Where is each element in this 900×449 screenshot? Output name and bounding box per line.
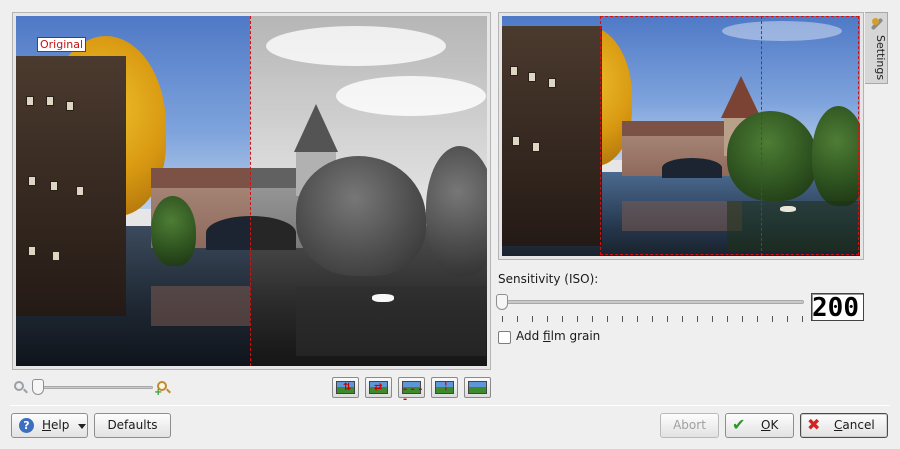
slider-tick: [622, 316, 623, 322]
help-button[interactable]: ? Help: [11, 413, 88, 438]
slider-tick: [727, 316, 728, 322]
slider-tick: [502, 316, 503, 322]
film-grain-label[interactable]: Add film grain: [516, 329, 600, 343]
zoom-slider[interactable]: [35, 386, 153, 389]
slider-tick: [742, 316, 743, 322]
no-split-icon: [468, 381, 487, 394]
slider-tick: [772, 316, 773, 322]
checkmark-icon: ✔: [732, 415, 746, 434]
slider-tick: [757, 316, 758, 322]
visible-area-box[interactable]: [600, 16, 859, 255]
no-split-button[interactable]: [464, 377, 491, 398]
cancel-button[interactable]: ✖ Cancel: [800, 413, 888, 438]
dropdown-caret-icon: [78, 424, 86, 429]
separate-horizontal-button[interactable]: ⇄: [365, 377, 392, 398]
processed-half: [250, 16, 487, 366]
slider-tick: [652, 316, 653, 322]
settings-tab-label: Settings: [874, 35, 887, 81]
help-icon: ?: [19, 418, 34, 433]
defaults-button[interactable]: Defaults: [94, 413, 171, 438]
slider-tick: [697, 316, 698, 322]
slider-tick: [802, 316, 803, 322]
slider-tick: [667, 316, 668, 322]
zoom-in-icon[interactable]: +: [154, 381, 171, 398]
split-guide[interactable]: [250, 16, 251, 366]
sensitivity-slider-thumb[interactable]: [496, 294, 508, 310]
ok-button[interactable]: ✔ OK: [725, 413, 794, 438]
zoom-out-icon[interactable]: [14, 381, 28, 395]
slider-tick: [517, 316, 518, 322]
slider-tick: [607, 316, 608, 322]
sensitivity-lcd-value: 200: [811, 293, 864, 322]
original-label: Original: [37, 37, 87, 52]
green-trees: [151, 196, 196, 266]
slider-tick: [577, 316, 578, 322]
button-separator: [10, 405, 890, 406]
house-left: [16, 56, 126, 316]
separate-vertical-button[interactable]: ⇅: [332, 377, 359, 398]
thumbnail-split-guide: [761, 16, 762, 256]
sensitivity-label: Sensitivity (ISO):: [498, 272, 599, 286]
slider-tick: [532, 316, 533, 322]
split-vertical-button[interactable]: ¦: [431, 377, 458, 398]
film-grain-checkbox[interactable]: [498, 331, 511, 344]
split-horizontal-button[interactable]: - - - -: [398, 377, 425, 405]
settings-tab[interactable]: Settings: [865, 12, 888, 84]
zoom-slider-thumb[interactable]: [32, 379, 44, 395]
slider-tick: [547, 316, 548, 322]
thumbnail-image[interactable]: [502, 16, 860, 256]
slider-tick: [637, 316, 638, 322]
slider-tick: [682, 316, 683, 322]
slider-tick: [787, 316, 788, 322]
cancel-x-icon: ✖: [807, 415, 821, 434]
preview-image[interactable]: [16, 16, 487, 366]
sensitivity-slider[interactable]: [500, 300, 804, 304]
slider-tick: [592, 316, 593, 322]
wrench-icon: [869, 17, 883, 31]
abort-button[interactable]: Abort: [660, 413, 719, 438]
slider-tick: [562, 316, 563, 322]
slider-tick: [712, 316, 713, 322]
